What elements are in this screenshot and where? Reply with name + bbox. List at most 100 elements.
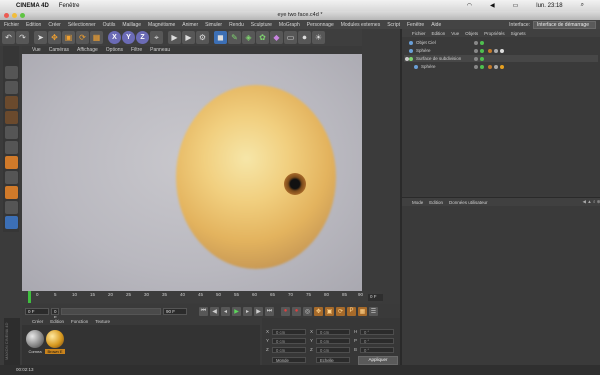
- menu-modules-externes[interactable]: Modules externes: [341, 22, 380, 28]
- render-picture-viewer-icon[interactable]: ▶: [182, 31, 195, 44]
- timeline-ruler[interactable]: 0 5 10 15 20 25 30 35 40 45 50 55 60 65 …: [22, 291, 382, 303]
- material-menu-texture[interactable]: Texture: [95, 319, 110, 324]
- objects-menu-signets[interactable]: Signets: [511, 31, 526, 36]
- record-icon[interactable]: ●: [281, 306, 290, 316]
- model-mode-icon[interactable]: [4, 81, 18, 94]
- next-key-icon[interactable]: ▶: [254, 306, 263, 316]
- current-frame-field[interactable]: 0 F: [368, 294, 383, 301]
- axis-z-button[interactable]: Z: [136, 31, 149, 44]
- viewport-menu-vue[interactable]: Vue: [32, 47, 41, 53]
- make-editable-icon[interactable]: [4, 66, 18, 79]
- visibility-toggle-icon[interactable]: [474, 56, 478, 61]
- key-position-icon[interactable]: ✥: [314, 306, 323, 316]
- rotation-h-field[interactable]: 0 °: [360, 329, 394, 335]
- render-view-icon[interactable]: ▶: [168, 31, 181, 44]
- zoom-window-button[interactable]: [20, 13, 25, 18]
- mac-app-name[interactable]: CINEMA 4D: [16, 3, 49, 9]
- menu-mograph[interactable]: MoGraph: [279, 22, 300, 28]
- object-row[interactable]: Objet Ciel: [404, 39, 598, 46]
- start-frame-field[interactable]: 0 F: [25, 307, 49, 315]
- visibility-toggle-icon[interactable]: [474, 48, 478, 53]
- size-mode-dropdown[interactable]: Echelle: [316, 357, 350, 363]
- enabled-check-icon[interactable]: [480, 64, 484, 69]
- array-icon[interactable]: ✿: [256, 31, 269, 44]
- material-tag-icon[interactable]: [500, 64, 504, 69]
- material-tag-icon[interactable]: [494, 48, 498, 53]
- apply-button[interactable]: Appliquer: [358, 356, 398, 365]
- volume-icon[interactable]: ◀: [490, 2, 495, 9]
- redo-icon[interactable]: ↷: [16, 31, 29, 44]
- axis-mode-icon[interactable]: [4, 171, 18, 184]
- key-parameter-icon[interactable]: P: [347, 306, 356, 316]
- material-menu-fonction[interactable]: Fonction: [71, 319, 88, 324]
- solo-icon[interactable]: [4, 216, 18, 229]
- camera-icon[interactable]: ⏺: [298, 31, 311, 44]
- recent-tools-icon[interactable]: ▦: [90, 31, 103, 44]
- floor-icon[interactable]: ▭: [284, 31, 297, 44]
- viewport-menu-filtre[interactable]: Filtre: [131, 47, 142, 53]
- material-menu-edition[interactable]: Edition: [50, 319, 64, 324]
- material-swatch[interactable]: [46, 330, 64, 348]
- edges-mode-icon[interactable]: [4, 141, 18, 154]
- material-tag-icon[interactable]: [494, 64, 498, 69]
- menu-fenetre[interactable]: Fenêtre: [407, 22, 424, 28]
- texture-mode-icon[interactable]: [4, 96, 18, 109]
- viewport-menu-options[interactable]: Options: [106, 47, 123, 53]
- autokey-icon[interactable]: ●: [292, 306, 301, 316]
- polygons-mode-icon[interactable]: [4, 156, 18, 169]
- size-x-field[interactable]: 0 cm: [316, 329, 350, 335]
- objects-menu-edition[interactable]: Edition: [432, 31, 446, 36]
- key-pla-icon[interactable]: ▦: [358, 306, 367, 316]
- menu-edition[interactable]: Edition: [26, 22, 41, 28]
- phong-tag-icon[interactable]: [488, 48, 492, 53]
- minimize-window-button[interactable]: [12, 13, 17, 18]
- menu-selectionner[interactable]: Sélectionner: [68, 22, 96, 28]
- attributes-menu-mode[interactable]: Mode: [412, 200, 423, 205]
- end-frame-field[interactable]: 90 F: [163, 307, 187, 315]
- object-row[interactable]: Sphère: [404, 63, 598, 70]
- menu-aide[interactable]: Aide: [431, 22, 441, 28]
- next-frame-icon[interactable]: ▸: [243, 306, 252, 316]
- select-arrow-icon[interactable]: ➤: [34, 31, 47, 44]
- workplane-icon[interactable]: [4, 111, 18, 124]
- render-settings-icon[interactable]: ⚙: [196, 31, 209, 44]
- workplane-lock-icon[interactable]: [4, 201, 18, 214]
- rotate-icon[interactable]: ⟳: [76, 31, 89, 44]
- size-z-field[interactable]: 0 cm: [316, 347, 350, 353]
- objects-menu-proprietes[interactable]: Propriétés: [484, 31, 505, 36]
- scale-icon[interactable]: ▣: [62, 31, 75, 44]
- menu-personnage[interactable]: Personnage: [307, 22, 334, 28]
- visibility-toggle-icon[interactable]: [474, 64, 478, 69]
- viewport-menu-affichage[interactable]: Affichage: [77, 47, 98, 53]
- timeline-menu-icon[interactable]: ☰: [369, 306, 378, 316]
- menu-rendu[interactable]: Rendu: [229, 22, 244, 28]
- preview-range-slider[interactable]: [61, 307, 161, 315]
- cube-primitive-icon[interactable]: ◼: [214, 31, 227, 44]
- deformer-icon[interactable]: ◆: [270, 31, 283, 44]
- objects-menu-fichier[interactable]: Fichier: [412, 31, 426, 36]
- 3d-viewport[interactable]: [22, 54, 362, 291]
- menu-animer[interactable]: Animer: [182, 22, 198, 28]
- prev-frame-icon[interactable]: ◂: [221, 306, 230, 316]
- menu-magnetisme[interactable]: Magnétisme: [148, 22, 175, 28]
- menu-creer[interactable]: Créer: [48, 22, 61, 28]
- attribute-nav-icons[interactable]: ◀ ▲ ⌕ ⊕ ▣: [583, 199, 600, 205]
- keyframe-selection-icon[interactable]: ◎: [303, 306, 312, 316]
- position-y-field[interactable]: 0 cm: [272, 338, 306, 344]
- clock[interactable]: lun. 23:18: [536, 3, 562, 9]
- menu-maillage[interactable]: Maillage: [122, 22, 141, 28]
- objects-menu-vue[interactable]: Vue: [451, 31, 459, 36]
- undo-icon[interactable]: ↶: [2, 31, 15, 44]
- position-z-field[interactable]: 0 cm: [272, 347, 306, 353]
- material-menu-creer[interactable]: Créer: [32, 319, 43, 324]
- prev-key-icon[interactable]: ◀: [210, 306, 219, 316]
- points-mode-icon[interactable]: [4, 126, 18, 139]
- preview-min-field[interactable]: 0 F: [51, 307, 59, 320]
- rotation-b-field[interactable]: 0 °: [360, 347, 394, 353]
- position-x-field[interactable]: 0 cm: [272, 329, 306, 335]
- material-tag-icon[interactable]: [500, 48, 504, 53]
- spline-pen-icon[interactable]: ✎: [228, 31, 241, 44]
- object-row[interactable]: Surface de subdivision: [404, 55, 598, 62]
- go-to-end-icon[interactable]: ⏭: [265, 306, 274, 316]
- viewport-menu-cameras[interactable]: Caméras: [49, 47, 69, 53]
